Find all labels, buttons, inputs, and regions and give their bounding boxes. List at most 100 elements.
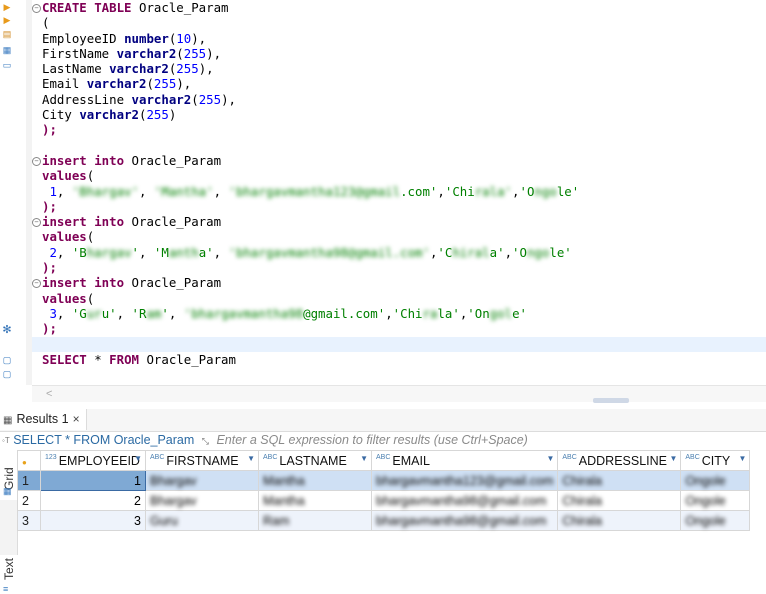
fold-toggle-icon[interactable]: − xyxy=(32,218,41,228)
chevron-down-icon[interactable]: ▼ xyxy=(669,454,677,463)
code-token: .com' xyxy=(400,183,438,199)
execute-statement-icon[interactable]: ▶ xyxy=(2,2,12,12)
type-badge: 123 xyxy=(45,453,57,461)
table-cell[interactable]: Ongole xyxy=(680,470,751,491)
table-cell[interactable]: Mantha xyxy=(258,490,372,511)
code-line[interactable]: values( xyxy=(42,291,766,306)
code-line[interactable]: Email varchar2(255), xyxy=(42,76,766,91)
scroll-left-icon[interactable]: < xyxy=(46,388,52,400)
code-line[interactable]: − insert into Oracle_Param xyxy=(32,214,766,229)
code-line[interactable]: EmployeeID number(10), xyxy=(42,31,766,46)
table-cell[interactable]: bhargavmantha123@gmail.com xyxy=(370,470,559,491)
cell-value: 3 xyxy=(134,513,141,528)
code-line[interactable]: ); xyxy=(42,122,766,137)
explain-plan-icon[interactable]: ▤ xyxy=(2,29,12,39)
tab-text[interactable]: Text ≡ xyxy=(0,502,17,594)
table-row[interactable]: 1 1 Bhargav Mantha bhargavmantha123@gmail.co… xyxy=(17,470,751,491)
column-header-city[interactable]: ABC CITY ▼ xyxy=(680,450,751,471)
table-cell[interactable]: Chirala xyxy=(557,510,682,531)
tab-results-1[interactable]: ▦ Results 1 × xyxy=(0,409,87,430)
type-badge: ABC xyxy=(685,453,700,461)
code-token: varchar2 xyxy=(79,107,139,123)
close-icon[interactable]: × xyxy=(73,412,80,426)
filter-input[interactable]: Enter a SQL expression to filter results… xyxy=(216,433,527,447)
code-line[interactable]: City varchar2(255) xyxy=(42,107,766,122)
code-token: values xyxy=(42,290,87,306)
code-line[interactable]: AddressLine varchar2(255), xyxy=(42,92,766,107)
code-line[interactable]: − insert into Oracle_Param xyxy=(32,153,766,168)
results-view-switcher: Grid ▦ Text ≡ xyxy=(0,450,18,594)
column-header-addressline[interactable]: ABC ADDRESSLINE ▼ xyxy=(557,450,682,471)
table-cell[interactable]: bhargavmantha98@gmail.com xyxy=(370,510,559,531)
row-number[interactable]: 2 xyxy=(17,490,41,511)
code-line[interactable]: ( xyxy=(42,15,766,30)
new-script-icon[interactable]: ▢ xyxy=(2,355,12,365)
code-line[interactable]: − CREATE TABLE Oracle_Param xyxy=(32,0,766,15)
table-cell[interactable]: Chirala xyxy=(557,490,682,511)
settings-gear-icon[interactable]: ✻ xyxy=(2,325,12,336)
panel-splitter-handle[interactable] xyxy=(593,398,629,403)
grid-corner[interactable]: ● xyxy=(17,450,41,471)
table-cell[interactable]: Mantha xyxy=(258,470,372,491)
code-line[interactable]: ); xyxy=(42,321,766,336)
code-line[interactable]: 3, 'Guru', 'Ram', 'bhargavmantha98@gmail… xyxy=(42,306,766,321)
table-cell[interactable]: bhargavmantha98@gmail.com xyxy=(370,490,559,511)
fold-toggle-icon[interactable]: − xyxy=(32,156,41,166)
chevron-down-icon[interactable]: ▼ xyxy=(360,454,368,463)
execute-script-icon[interactable]: ▶ xyxy=(2,15,12,25)
results-grid[interactable]: ● 123 EMPLOYEEID ▼ ABC FIRSTNAME ▼ ABC LASTNAME ▼… xyxy=(17,450,766,555)
table-cell[interactable]: Bhargav xyxy=(145,470,259,491)
code-token: Oracle_Param xyxy=(131,0,229,15)
table-cell[interactable]: Guru xyxy=(145,510,259,531)
code-line[interactable]: ); xyxy=(42,260,766,275)
code-line[interactable]: values( xyxy=(42,229,766,244)
column-header-firstname[interactable]: ABC FIRSTNAME ▼ xyxy=(145,450,259,471)
table-cell[interactable]: Ongole xyxy=(680,490,751,511)
code-token: 2 xyxy=(42,244,57,260)
chevron-down-icon[interactable]: ▼ xyxy=(134,454,142,463)
table-row[interactable]: 2 2 Bhargav Mantha bhargavmantha98@gmail.com… xyxy=(17,490,751,511)
code-line[interactable] xyxy=(32,336,766,352)
table-cell[interactable]: 3 xyxy=(40,510,146,531)
code-line[interactable]: values( xyxy=(42,168,766,183)
row-number[interactable]: 1 xyxy=(17,470,41,491)
column-header-employeeid[interactable]: 123 EMPLOYEEID ▼ xyxy=(40,450,146,471)
chevron-down-icon[interactable]: ▼ xyxy=(546,454,554,463)
code-token: 'bhargavmantha98 xyxy=(183,305,304,321)
table-cell[interactable]: Chirala xyxy=(557,470,682,491)
table-cell[interactable]: Ram xyxy=(258,510,372,531)
row-number[interactable]: 3 xyxy=(17,510,41,531)
table-cell[interactable]: 2 xyxy=(40,490,146,511)
fold-toggle-icon[interactable]: − xyxy=(32,279,41,289)
code-line[interactable]: SELECT * FROM Oracle_Param xyxy=(42,352,766,367)
filter-expand-icon[interactable]: ⤡ xyxy=(202,432,209,451)
column-header-lastname[interactable]: ABC LASTNAME ▼ xyxy=(258,450,372,471)
open-file-icon[interactable]: ▢ xyxy=(2,369,12,379)
code-line[interactable]: LastName varchar2(255), xyxy=(42,61,766,76)
cell-value: bhargavmantha98@gmail.com xyxy=(376,513,547,528)
code-line[interactable]: 2, 'Bhargav', 'Mantha', 'bhargavmantha98… xyxy=(42,245,766,260)
terminal-icon[interactable]: ▭ xyxy=(2,60,12,70)
chevron-down-icon[interactable]: ▼ xyxy=(738,454,746,463)
column-header-email[interactable]: ABC EMAIL ▼ xyxy=(370,450,559,471)
table-cell[interactable]: Ongole xyxy=(680,510,751,531)
code-line[interactable]: ); xyxy=(42,199,766,214)
code-line[interactable]: − insert into Oracle_Param xyxy=(32,275,766,290)
text-view-icon: ≡ xyxy=(3,584,9,594)
table-row[interactable]: 3 3 Guru Ram bhargavmantha98@gmail.com Chiral… xyxy=(17,510,751,531)
format-sql-icon[interactable]: ▦ xyxy=(2,45,12,55)
editor-horizontal-scrollbar[interactable]: < xyxy=(32,385,766,403)
code-line[interactable] xyxy=(42,138,766,153)
code-token: gol xyxy=(489,305,513,321)
fold-toggle-icon[interactable]: − xyxy=(32,4,41,13)
sql-code[interactable]: − CREATE TABLE Oracle_Param(EmployeeID nu… xyxy=(32,0,766,367)
sql-editor[interactable]: − CREATE TABLE Oracle_Param(EmployeeID nu… xyxy=(32,0,766,385)
results-table[interactable]: ● 123 EMPLOYEEID ▼ ABC FIRSTNAME ▼ ABC LASTNAME ▼… xyxy=(17,450,751,531)
table-cell[interactable]: Bhargav xyxy=(145,490,259,511)
code-line[interactable]: 1, 'Bhargav', 'Mantha', 'bhargavmantha12… xyxy=(42,184,766,199)
tab-grid[interactable]: Grid ▦ xyxy=(0,450,17,500)
table-cell[interactable]: 1 xyxy=(40,470,146,491)
code-line[interactable]: FirstName varchar2(255), xyxy=(42,46,766,61)
chevron-down-icon[interactable]: ▼ xyxy=(247,454,255,463)
column-name: EMAIL xyxy=(392,453,430,468)
